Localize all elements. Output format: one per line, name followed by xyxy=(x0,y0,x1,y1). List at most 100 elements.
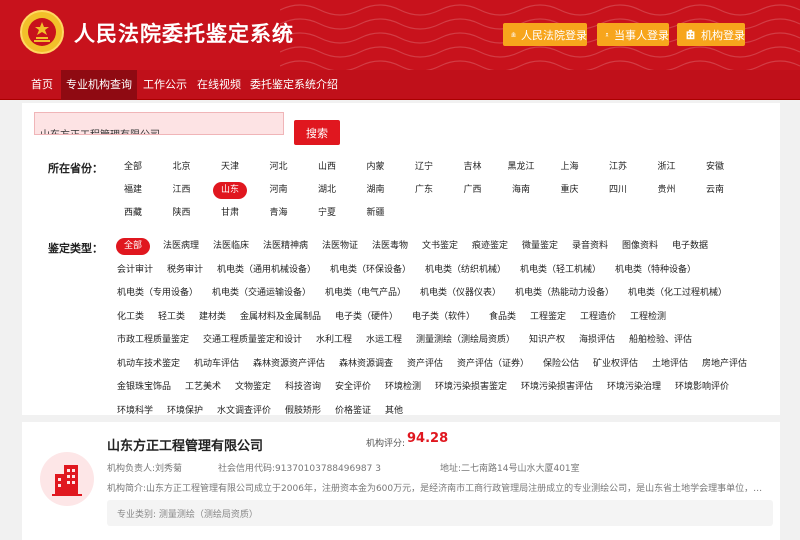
category-option[interactable]: 工艺美术 xyxy=(184,379,222,396)
category-option[interactable]: 电子类（硬件） xyxy=(334,309,399,326)
category-option[interactable]: 水运工程 xyxy=(365,332,403,349)
category-option[interactable]: 微量鉴定 xyxy=(521,238,559,255)
nav-institution-search[interactable]: 专业机构查询 xyxy=(61,70,137,100)
province-option[interactable]: 宁夏 xyxy=(317,205,337,222)
category-option[interactable]: 机电类（化工过程机械） xyxy=(627,285,728,302)
category-option[interactable]: 水文调查评价 xyxy=(216,403,272,420)
category-option[interactable]: 录音资料 xyxy=(571,238,609,255)
province-option[interactable]: 安徽 xyxy=(705,159,725,176)
category-option[interactable]: 金属材料及金属制品 xyxy=(239,309,322,326)
category-option[interactable]: 金银珠宝饰品 xyxy=(116,379,172,396)
category-option[interactable]: 资产评估 xyxy=(406,356,444,373)
category-option[interactable]: 机电类（专用设备） xyxy=(116,285,199,302)
category-option[interactable]: 海损评估 xyxy=(578,332,616,349)
province-option[interactable]: 河南 xyxy=(268,182,288,199)
category-option[interactable]: 机电类（电气产品） xyxy=(324,285,407,302)
category-option[interactable]: 建材类 xyxy=(198,309,227,326)
province-option[interactable]: 甘肃 xyxy=(220,205,240,222)
province-option[interactable]: 全部 xyxy=(123,159,143,176)
category-option[interactable]: 船舶检验、评估 xyxy=(628,332,693,349)
category-option[interactable]: 法医精神病 xyxy=(262,238,309,255)
category-option[interactable]: 环境保护 xyxy=(166,403,204,420)
category-option[interactable]: 土地评估 xyxy=(651,356,689,373)
category-option[interactable]: 法医毒物 xyxy=(371,238,409,255)
category-option[interactable]: 环境污染损害鉴定 xyxy=(434,379,508,396)
category-option[interactable]: 测量测绘（测绘局资质） xyxy=(415,332,516,349)
search-button[interactable]: 搜索 xyxy=(294,120,340,145)
province-option[interactable]: 陕西 xyxy=(171,205,191,222)
institution-login-button[interactable]: 机构登录 xyxy=(677,23,745,46)
province-option[interactable]: 江西 xyxy=(171,182,191,199)
province-option[interactable]: 天津 xyxy=(220,159,240,176)
province-option[interactable]: 河北 xyxy=(268,159,288,176)
category-option[interactable]: 价格鉴证 xyxy=(334,403,372,420)
category-option[interactable]: 环境检测 xyxy=(384,379,422,396)
category-option[interactable]: 机电类（热能动力设备） xyxy=(514,285,615,302)
nav-work-notice[interactable]: 工作公示 xyxy=(140,70,190,100)
party-login-button[interactable]: 当事人登录 xyxy=(597,23,669,46)
category-option[interactable]: 食品类 xyxy=(488,309,517,326)
category-option[interactable]: 文书鉴定 xyxy=(421,238,459,255)
category-option[interactable]: 机电类（特种设备） xyxy=(614,262,697,279)
search-input[interactable]: 山东方正工程管理有限公司 xyxy=(34,112,284,135)
province-option[interactable]: 重庆 xyxy=(559,182,579,199)
category-option[interactable]: 税务审计 xyxy=(166,262,204,279)
category-option[interactable]: 环境影响评价 xyxy=(674,379,730,396)
province-option[interactable]: 福建 xyxy=(123,182,143,199)
category-option[interactable]: 机电类（轻工机械） xyxy=(519,262,602,279)
province-option[interactable]: 湖北 xyxy=(317,182,337,199)
province-option[interactable]: 浙江 xyxy=(656,159,676,176)
province-option[interactable]: 新疆 xyxy=(365,205,385,222)
category-option[interactable]: 知识产权 xyxy=(528,332,566,349)
category-option[interactable]: 会计审计 xyxy=(116,262,154,279)
category-option[interactable]: 环境污染损害评估 xyxy=(520,379,594,396)
category-option[interactable]: 保险公估 xyxy=(542,356,580,373)
category-option[interactable]: 工程造价 xyxy=(579,309,617,326)
category-option[interactable]: 房地产评估 xyxy=(701,356,748,373)
category-option[interactable]: 机动车评估 xyxy=(193,356,240,373)
category-option[interactable]: 法医临床 xyxy=(212,238,250,255)
province-option[interactable]: 四川 xyxy=(608,182,628,199)
province-option[interactable]: 上海 xyxy=(559,159,579,176)
province-option[interactable]: 山东 xyxy=(212,182,248,199)
province-option[interactable]: 青海 xyxy=(268,205,288,222)
province-option[interactable]: 广东 xyxy=(414,182,434,199)
category-option[interactable]: 环境污染治理 xyxy=(606,379,662,396)
province-option[interactable]: 吉林 xyxy=(462,159,482,176)
province-option[interactable]: 山西 xyxy=(317,159,337,176)
category-option[interactable]: 安全评价 xyxy=(334,379,372,396)
province-option[interactable]: 黑龙江 xyxy=(506,159,535,176)
nav-system-intro[interactable]: 委托鉴定系统介绍 xyxy=(250,70,338,100)
category-option[interactable]: 环境科学 xyxy=(116,403,154,420)
category-option[interactable]: 机电类（仪器仪表） xyxy=(419,285,502,302)
province-option[interactable]: 湖南 xyxy=(365,182,385,199)
category-option[interactable]: 市政工程质量鉴定 xyxy=(116,332,190,349)
province-option[interactable]: 江苏 xyxy=(608,159,628,176)
category-option[interactable]: 交通工程质量鉴定和设计 xyxy=(202,332,303,349)
category-option[interactable]: 矿业权评估 xyxy=(592,356,639,373)
province-option[interactable]: 云南 xyxy=(705,182,725,199)
category-option[interactable]: 机电类（通用机械设备） xyxy=(216,262,317,279)
category-option[interactable]: 机动车技术鉴定 xyxy=(116,356,181,373)
category-option[interactable]: 水利工程 xyxy=(315,332,353,349)
province-option[interactable]: 海南 xyxy=(511,182,531,199)
category-option[interactable]: 全部 xyxy=(116,238,151,255)
nav-home[interactable]: 首页 xyxy=(24,70,60,100)
category-option[interactable]: 文物鉴定 xyxy=(234,379,272,396)
category-option[interactable]: 机电类（交通运输设备） xyxy=(211,285,312,302)
court-login-button[interactable]: 人民法院登录 xyxy=(503,23,587,46)
province-option[interactable]: 北京 xyxy=(171,159,191,176)
province-option[interactable]: 内蒙 xyxy=(365,159,385,176)
nav-online-video[interactable]: 在线视频 xyxy=(194,70,244,100)
category-option[interactable]: 假肢矫形 xyxy=(284,403,322,420)
province-option[interactable]: 辽宁 xyxy=(414,159,434,176)
province-option[interactable]: 贵州 xyxy=(656,182,676,199)
province-option[interactable]: 西藏 xyxy=(123,205,143,222)
category-option[interactable]: 电子类（软件） xyxy=(411,309,476,326)
category-option[interactable]: 其他 xyxy=(384,403,404,420)
org-name[interactable]: 山东方正工程管理有限公司 xyxy=(107,435,263,454)
category-option[interactable]: 资产评估（证券） xyxy=(456,356,530,373)
category-option[interactable]: 森林资源资产评估 xyxy=(252,356,326,373)
category-option[interactable]: 机电类（环保设备） xyxy=(329,262,412,279)
category-option[interactable]: 法医物证 xyxy=(321,238,359,255)
